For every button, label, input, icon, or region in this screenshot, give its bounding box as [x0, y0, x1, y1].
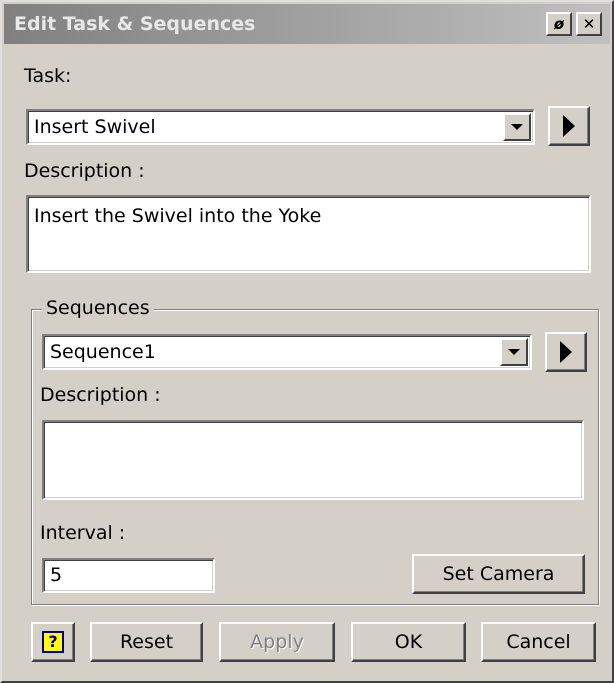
task-play-button[interactable]	[548, 106, 590, 146]
chevron-down-icon	[508, 349, 520, 355]
set-camera-button[interactable]: Set Camera	[412, 554, 585, 594]
task-label: Task:	[24, 65, 72, 87]
interval-label: Interval :	[40, 522, 126, 544]
sequences-group-label: Sequences	[42, 296, 154, 320]
task-description-text: Insert the Swivel into the Yoke	[34, 205, 322, 227]
interval-input-value: 5	[50, 564, 63, 586]
play-icon	[560, 341, 572, 363]
chevron-down-icon	[511, 124, 523, 130]
cancel-button[interactable]: Cancel	[481, 622, 596, 662]
task-description-field[interactable]: Insert the Swivel into the Yoke	[26, 195, 591, 273]
task-dropdown-button[interactable]	[503, 113, 531, 141]
pin-icon: ø	[553, 14, 565, 33]
sequence-play-button[interactable]	[545, 332, 587, 372]
close-icon: ✕	[582, 14, 596, 33]
window-title: Edit Task & Sequences	[14, 13, 256, 35]
edit-task-sequences-dialog: Edit Task & Sequences ø ✕ Task: Insert S…	[0, 0, 614, 683]
play-icon	[563, 115, 575, 137]
apply-button[interactable]: Apply	[219, 622, 335, 662]
sequence-select[interactable]: Sequence1	[42, 334, 532, 370]
task-select-value: Insert Swivel	[34, 116, 156, 138]
task-select[interactable]: Insert Swivel	[26, 109, 535, 145]
sequence-select-value: Sequence1	[50, 341, 156, 363]
sequence-description-label: Description :	[40, 384, 161, 406]
task-description-label: Description :	[24, 160, 145, 182]
help-icon: ?	[42, 631, 64, 653]
interval-input[interactable]: 5	[42, 558, 215, 593]
ok-button[interactable]: OK	[351, 622, 466, 662]
help-button[interactable]: ?	[31, 622, 75, 662]
sequence-dropdown-button[interactable]	[500, 338, 528, 366]
reset-button[interactable]: Reset	[90, 622, 203, 662]
pin-button[interactable]: ø	[546, 12, 572, 36]
close-button[interactable]: ✕	[576, 12, 602, 36]
sequence-description-field[interactable]	[42, 420, 584, 500]
title-bar[interactable]: Edit Task & Sequences ø ✕	[4, 4, 610, 44]
